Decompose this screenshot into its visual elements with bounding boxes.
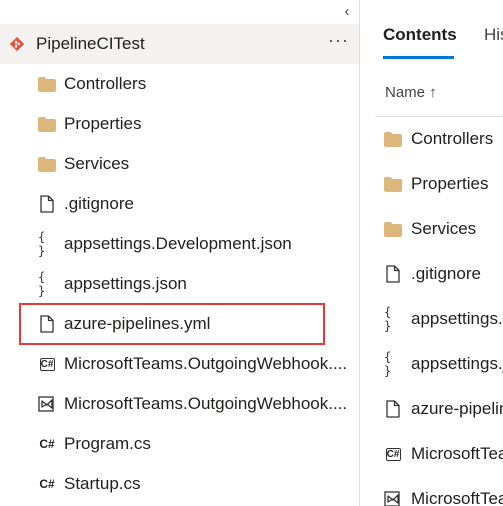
list-item-label: .gitignore (411, 264, 481, 283)
tree-item[interactable]: MicrosoftTeams.OutgoingWebhook.... (0, 384, 359, 424)
list-item[interactable]: { } appsettings.Development.json (375, 297, 503, 342)
tree-item-label: azure-pipelines.yml (64, 314, 211, 333)
list-item-label: azure-pipelines.yml (411, 399, 503, 418)
file-tree-panel: ‹ PipelineCITest ··· Controllers Properti… (0, 0, 359, 506)
tree-item[interactable]: Properties (0, 104, 359, 144)
list-item[interactable]: Controllers (375, 117, 503, 162)
name-column-header[interactable]: Name ↑ (385, 84, 437, 101)
list-item[interactable]: { } appsettings.json (375, 342, 503, 387)
list-item[interactable]: .gitignore (375, 252, 503, 297)
list-item[interactable]: Properties (375, 162, 503, 207)
tree-item-label: Controllers (64, 74, 147, 93)
active-tab-indicator (383, 56, 454, 59)
tree-item-label: Services (64, 154, 130, 173)
tree-item-label: Properties (64, 114, 142, 133)
list-item-label: Properties (411, 174, 489, 193)
file-icon (38, 315, 56, 333)
list-item-label: Controllers (411, 129, 494, 148)
tree-item[interactable]: Controllers (0, 64, 359, 104)
tree-item[interactable]: .gitignore (0, 184, 359, 224)
tab-history[interactable]: History (484, 25, 503, 45)
tree-item-label: appsettings.json (64, 274, 187, 293)
tree-item[interactable]: azure-pipelines.yml (0, 304, 359, 344)
repo-name: PipelineCITest (36, 34, 145, 53)
csharp-icon: C# (39, 477, 55, 491)
folder-icon (38, 155, 56, 173)
solution-icon (384, 490, 402, 506)
json-icon: { } (384, 350, 393, 378)
tree-item[interactable]: { } appsettings.json (0, 264, 359, 304)
csproj-icon: C# (385, 447, 401, 461)
list-item[interactable]: MicrosoftTeams.OutgoingWebhook.sln (375, 477, 503, 506)
folder-icon (384, 130, 402, 148)
list-item-label: appsettings.json (411, 354, 503, 373)
csharp-icon: C# (39, 437, 55, 451)
tree-item-label: Program.cs (64, 434, 151, 453)
list-item[interactable]: C# MicrosoftTeams.OutgoingWebhook.csproj (375, 432, 503, 477)
list-item[interactable]: azure-pipelines.yml (375, 387, 503, 432)
folder-icon (38, 115, 56, 133)
list-item-label: MicrosoftTeams.OutgoingWebhook.csproj (411, 444, 503, 463)
file-icon (384, 265, 402, 283)
tree-item[interactable]: C# Program.cs (0, 424, 359, 464)
tree-item-label: MicrosoftTeams.OutgoingWebhook.... (64, 354, 348, 373)
list-item-label: appsettings.Development.json (411, 309, 503, 328)
list-item[interactable]: Services (375, 207, 503, 252)
csproj-icon: C# (39, 357, 55, 371)
list-item-label: MicrosoftTeams.OutgoingWebhook.sln (411, 489, 503, 506)
folder-icon (384, 175, 402, 193)
tree-item-label: appsettings.Development.json (64, 234, 292, 253)
tab-contents[interactable]: Contents (383, 25, 457, 45)
contents-panel: Contents History Name ↑ Controllers Prope… (360, 0, 503, 506)
json-icon: { } (38, 270, 47, 298)
json-icon: { } (38, 230, 47, 258)
tree-item-label: .gitignore (64, 194, 134, 213)
file-icon (384, 400, 402, 418)
tree-item[interactable]: { } appsettings.Development.json (0, 224, 359, 264)
repo-row[interactable]: PipelineCITest ··· (0, 24, 359, 64)
tree-item-label: MicrosoftTeams.OutgoingWebhook.... (64, 394, 348, 413)
git-repo-icon (10, 37, 24, 51)
solution-icon (38, 395, 56, 413)
tree-item[interactable]: C# MicrosoftTeams.OutgoingWebhook.... (0, 344, 359, 384)
folder-icon (38, 75, 56, 93)
tree-item[interactable]: Services (0, 144, 359, 184)
tree-item[interactable]: C# Startup.cs (0, 464, 359, 504)
collapse-panel-icon[interactable]: ‹ (340, 2, 354, 20)
tree-item-label: Startup.cs (64, 474, 141, 493)
more-actions-button[interactable]: ··· (328, 30, 349, 51)
json-icon: { } (384, 305, 393, 333)
list-item-label: Services (411, 219, 477, 238)
folder-icon (384, 220, 402, 238)
file-icon (38, 195, 56, 213)
